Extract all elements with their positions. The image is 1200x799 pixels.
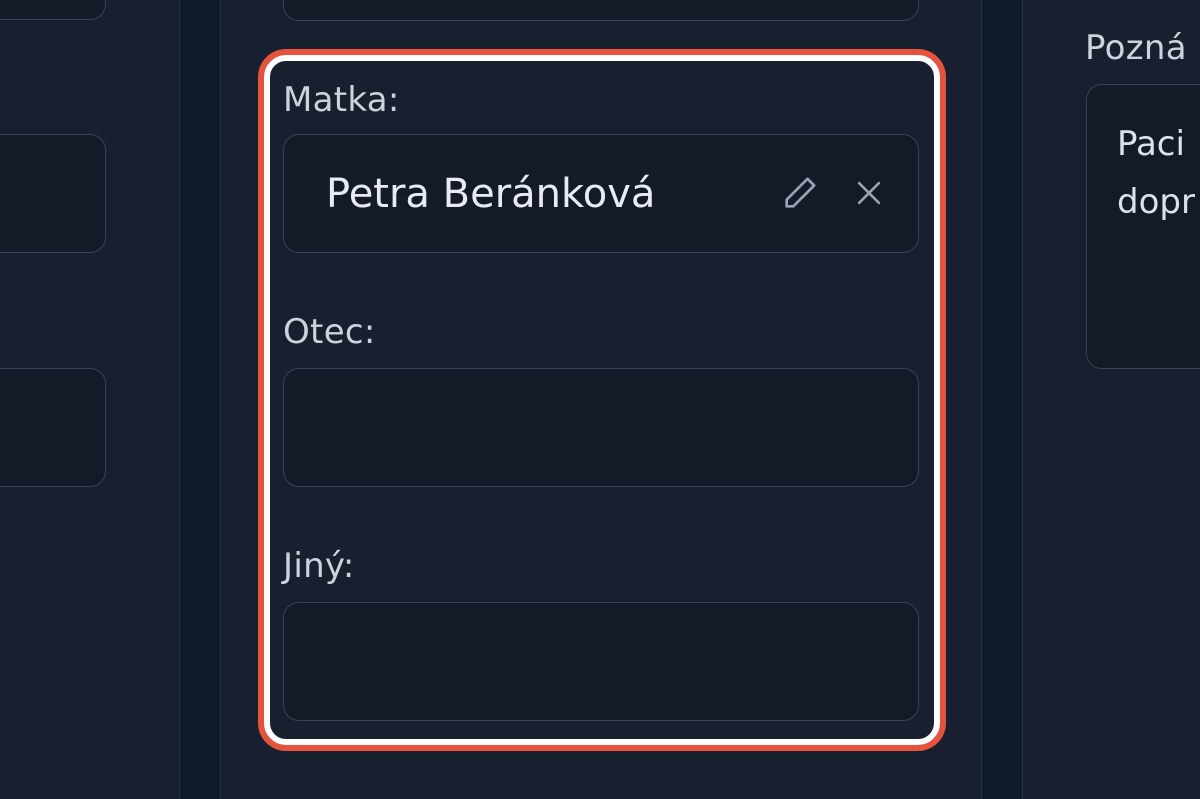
notes-field[interactable]: Paci dopr — [1086, 84, 1200, 369]
notes-text-line-2: dopr — [1117, 182, 1195, 222]
other-label: Jiný: — [283, 546, 355, 586]
top-field[interactable] — [283, 0, 919, 21]
mother-label: Matka: — [283, 80, 400, 120]
father-field[interactable] — [283, 368, 919, 487]
other-field[interactable] — [283, 602, 919, 721]
app-window: Matka: Petra Beránková Otec: Jiný: Pozná — [0, 0, 1200, 799]
mother-value: Petra Beránková — [326, 171, 656, 217]
notes-text-line-1: Paci — [1117, 124, 1185, 164]
left-field-3[interactable] — [0, 368, 106, 487]
close-icon[interactable] — [847, 171, 891, 215]
left-column — [0, 0, 180, 799]
left-field-1[interactable] — [0, 0, 106, 20]
mother-field[interactable]: Petra Beránková — [283, 134, 919, 253]
center-column: Matka: Petra Beránková Otec: Jiný: — [220, 0, 982, 799]
father-label: Otec: — [283, 312, 376, 352]
notes-label: Pozná — [1085, 28, 1187, 68]
notes-text: Paci dopr — [1117, 115, 1195, 231]
left-field-2[interactable] — [0, 134, 106, 253]
right-column: Pozná Paci dopr — [1022, 0, 1200, 799]
pencil-icon[interactable] — [778, 171, 822, 215]
